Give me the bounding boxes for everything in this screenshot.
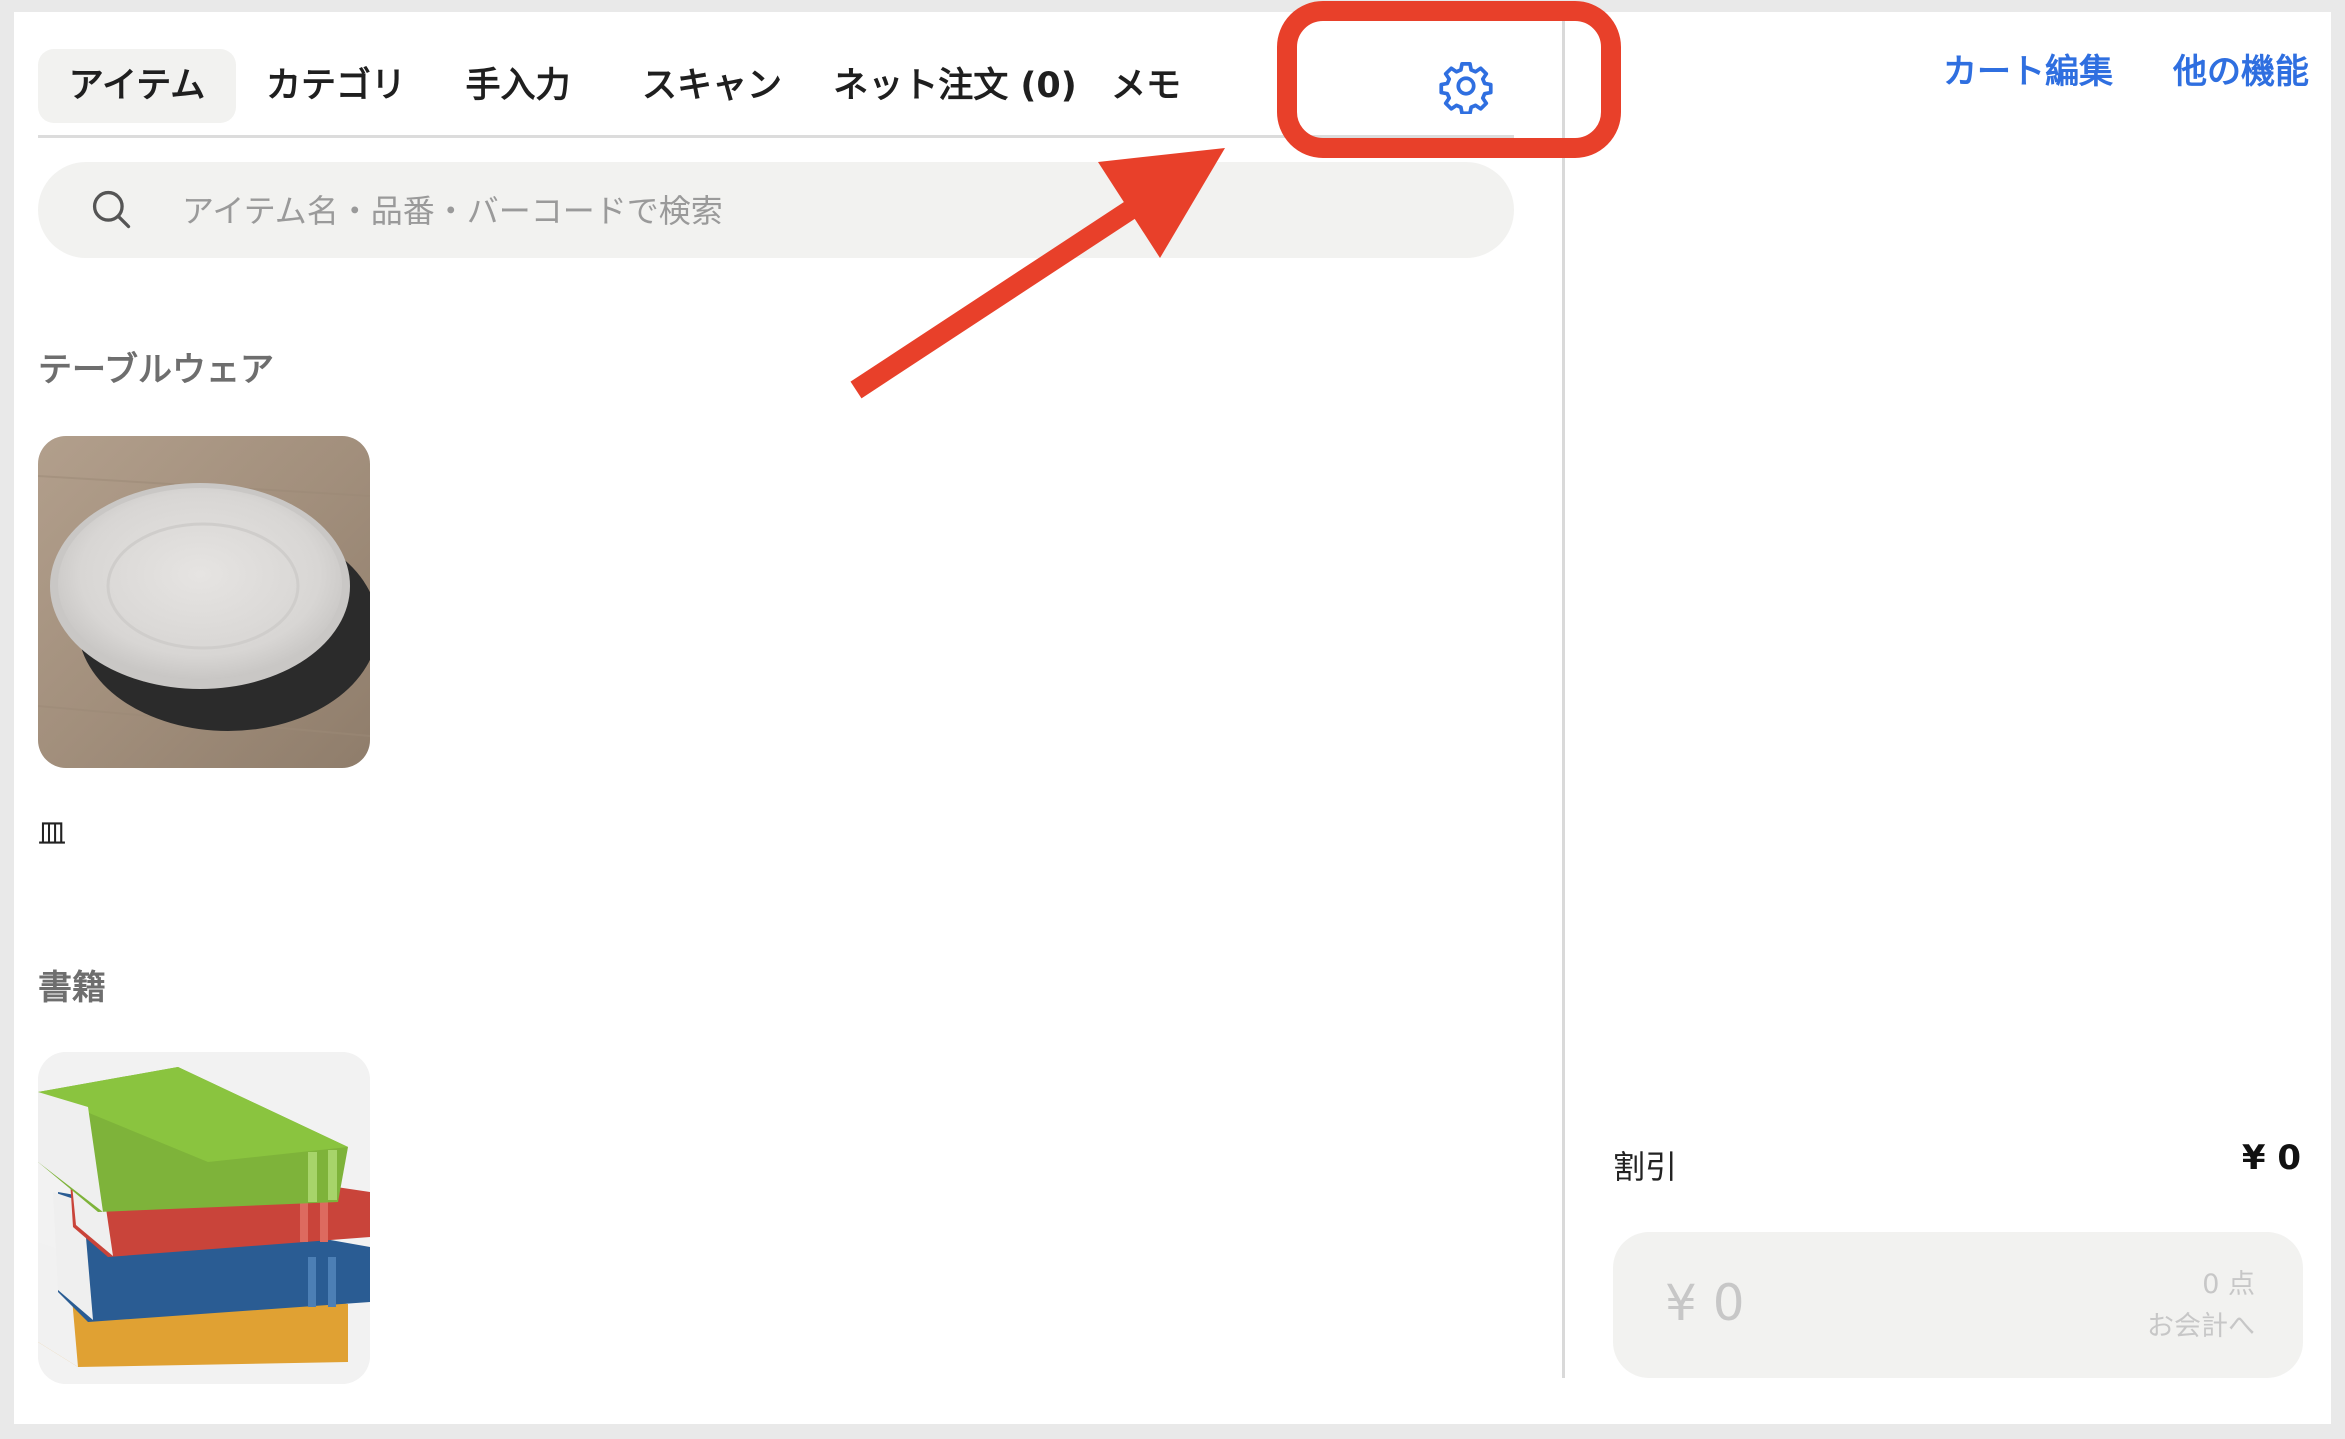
app-window: アイテム カテゴリ 手入力 スキャン ネット注文 (0) メモ テーブルウェア [14,12,2331,1424]
checkout-button[interactable]: ¥ 0 0 点 お会計へ [1613,1232,2303,1378]
checkout-label: お会計へ [2147,1311,2255,1342]
checkout-total: ¥ 0 [1665,1274,1745,1332]
tab-online-orders[interactable]: ネット注文 (0) [830,49,1080,123]
cart-pane: カート編集 他の機能 割引 ¥ 0 ¥ 0 0 点 お会計へ [1565,12,2331,1424]
tab-manual-entry[interactable]: 手入力 [434,49,602,123]
plate-image [38,436,370,768]
discount-label: 割引 [1613,1148,1678,1186]
tab-bar: アイテム カテゴリ 手入力 スキャン ネット注文 (0) メモ [38,34,1514,138]
tab-scan[interactable]: スキャン [612,49,812,123]
section-title-tableware: テーブルウェア [38,350,274,390]
search-input[interactable] [180,162,1484,260]
tab-items[interactable]: アイテム [38,49,236,123]
item-pane: アイテム カテゴリ 手入力 スキャン ネット注文 (0) メモ テーブルウェア [14,12,1562,1424]
tab-memo[interactable]: メモ [1098,49,1194,123]
item-label-plate: 皿 [38,817,67,850]
item-tile-plate[interactable] [38,436,370,768]
discount-value: ¥ 0 [2241,1138,2301,1178]
section-title-books: 書籍 [38,968,106,1008]
search-icon [92,190,131,229]
item-tile-books[interactable] [38,1052,370,1384]
books-image [38,1052,370,1384]
gear-icon[interactable] [1438,58,1494,114]
tab-categories[interactable]: カテゴリ [238,49,434,123]
other-functions-link[interactable]: 他の機能 [2173,44,2309,93]
checkout-item-count: 0 点 [2202,1269,2255,1300]
search-bar [38,162,1514,260]
cart-edit-link[interactable]: カート編集 [1943,44,2113,93]
